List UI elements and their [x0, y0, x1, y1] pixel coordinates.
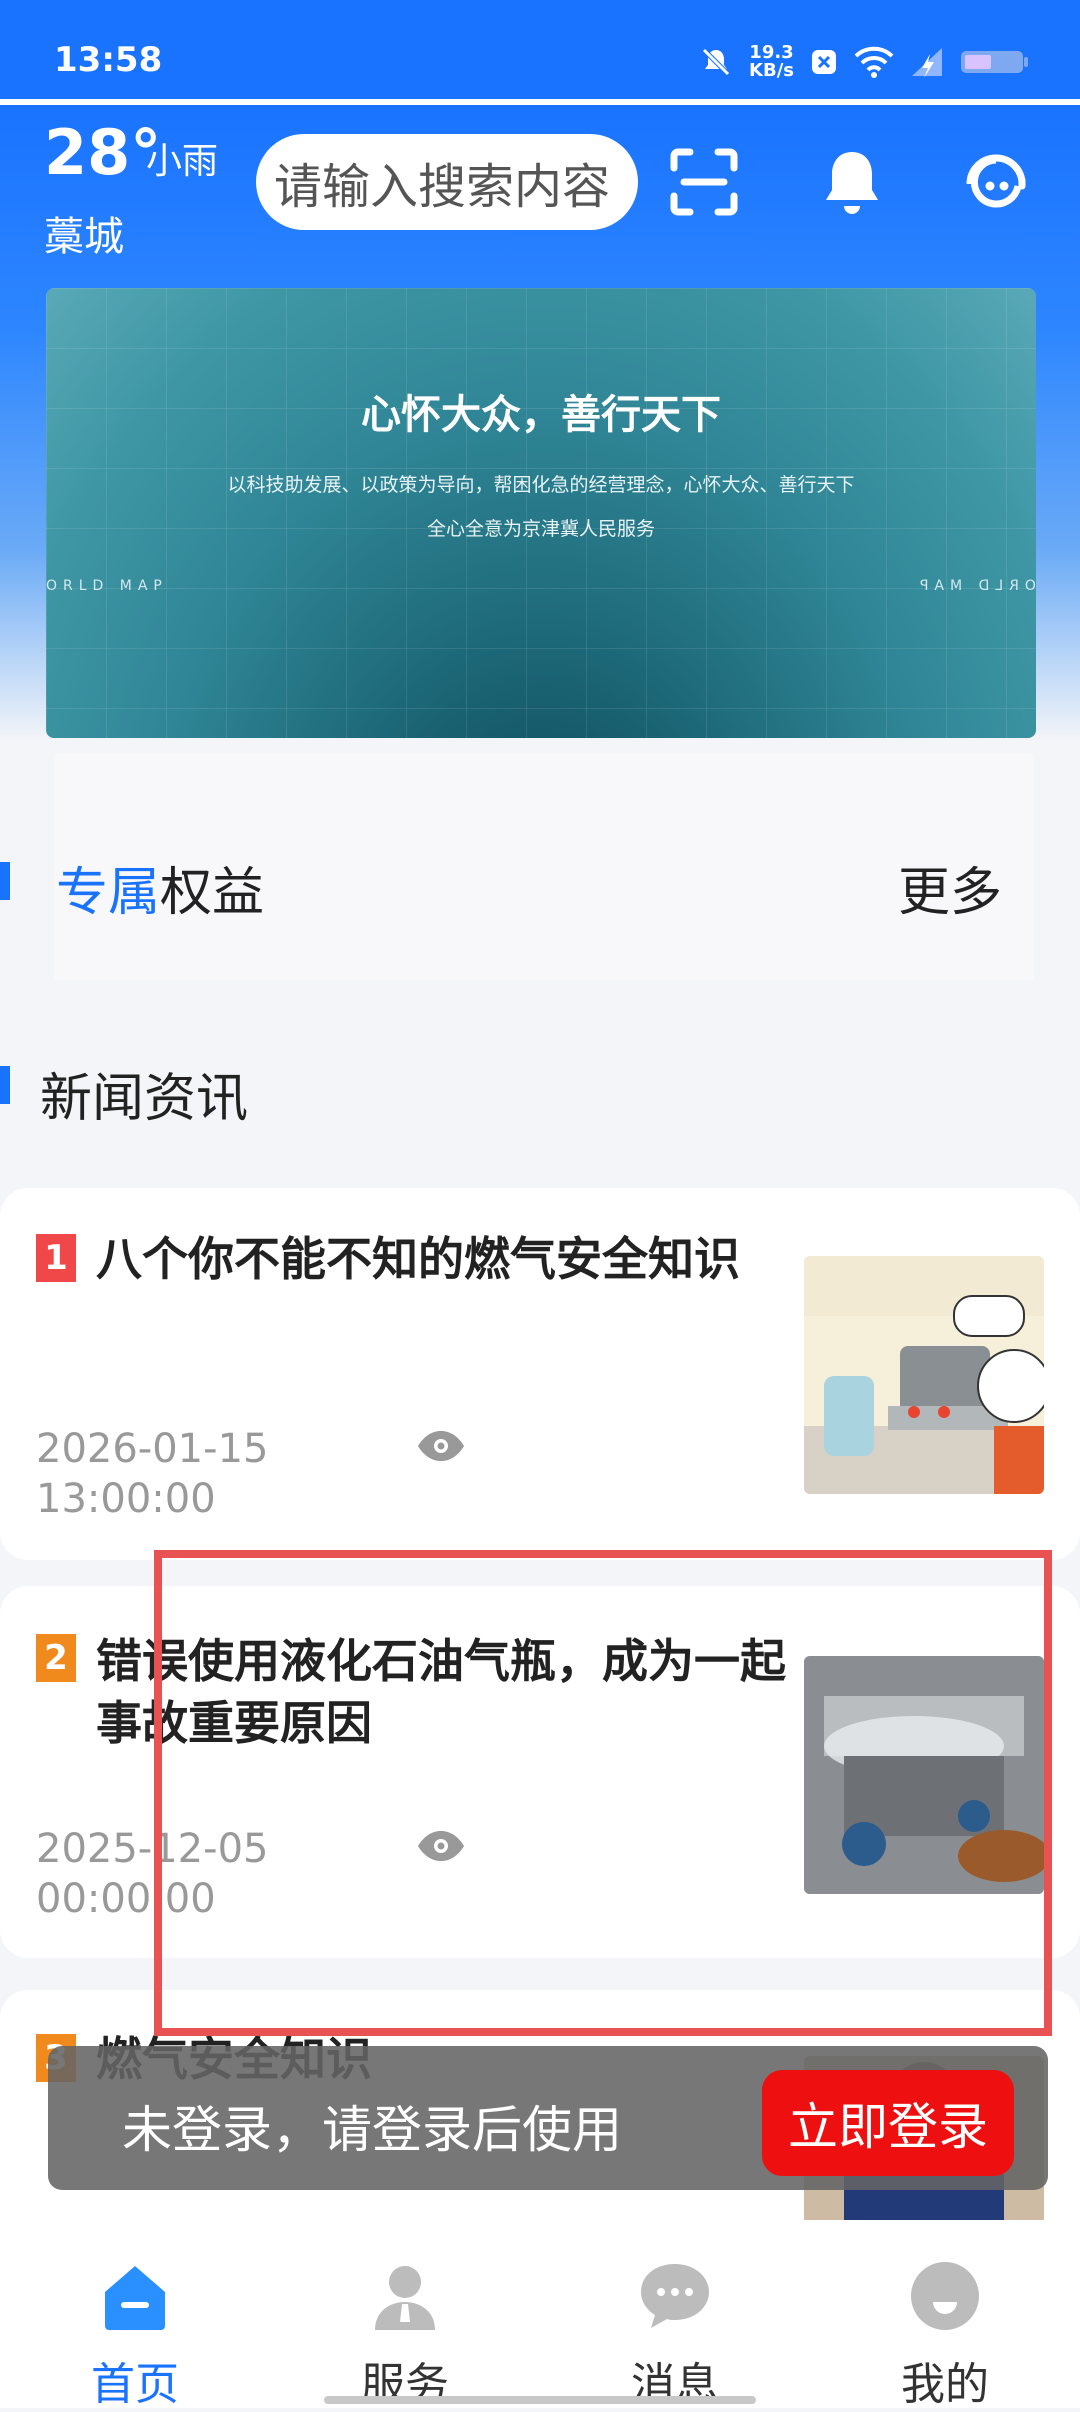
news-item-date: 2026-01-15 13:00:00: [36, 1424, 336, 1524]
bell-icon[interactable]: [816, 146, 888, 218]
benefits-title-highlight: 专属: [56, 863, 161, 923]
status-icons: 19.3 KB/s: [699, 44, 1030, 80]
news-item-title: 八个你不能不知的燃气安全知识: [96, 1232, 740, 1286]
benefits-title: 专属权益: [56, 850, 264, 925]
login-toast-message: 未登录，请登录后使用: [122, 2101, 622, 2159]
scan-icon[interactable]: [668, 146, 740, 218]
weather-city[interactable]: 藁城: [44, 204, 124, 262]
banner-grid-pattern: [46, 288, 1036, 738]
status-bar: 13:58 19.3 KB/s: [0, 0, 1080, 100]
home-indicator[interactable]: [324, 2396, 756, 2404]
banner-map-text-left: ORLD MAP: [46, 578, 168, 594]
person-icon: [375, 2266, 435, 2330]
mute-icon: [702, 48, 730, 76]
search-placeholder: 请输入搜索内容: [274, 159, 611, 215]
profile-face-icon: [911, 2262, 979, 2330]
home-icon: [105, 2266, 165, 2330]
signal-icon: [912, 48, 942, 78]
rank-badge: 1: [36, 1234, 76, 1282]
banner-subtitle-2: 全心全意为京津冀人民服务: [426, 518, 655, 540]
tab-services[interactable]: 服务: [320, 2240, 490, 2410]
login-toast: 未登录，请登录后使用 立即登录: [48, 2046, 1048, 2190]
customer-service-icon[interactable]: [960, 146, 1032, 218]
tab-profile[interactable]: 我的: [860, 2240, 1030, 2410]
login-button[interactable]: 立即登录: [762, 2070, 1014, 2176]
battery-icon: [961, 51, 1028, 73]
net-speed-unit: KB/s: [749, 60, 794, 81]
kitchen-illustration: [804, 1256, 1044, 1494]
banner-title: 心怀大众，善行天下: [361, 392, 721, 438]
tab-messages[interactable]: 消息: [590, 2240, 760, 2410]
net-speed: 19.3 KB/s: [749, 44, 794, 80]
news-section-title: 新闻资讯: [40, 1069, 249, 1129]
benefits-title-rest: 权益: [160, 863, 265, 923]
chat-bubble-icon: [641, 2264, 709, 2328]
banner-map-text-right: ORLD MAP: [914, 578, 1036, 594]
tab-home[interactable]: 首页: [50, 2240, 220, 2410]
weather-temperature: 28°: [44, 116, 162, 189]
promo-banner[interactable]: 心怀大众，善行天下 以科技助发展、以政策为导向，帮困化急的经营理念，心怀大众、善…: [46, 288, 1036, 738]
news-section-marker: [0, 1066, 10, 1104]
benefits-more-link[interactable]: 更多: [898, 850, 1002, 925]
news-item-date-day: 2026-01-15: [36, 1426, 269, 1472]
selection-highlight-box: [154, 1550, 1052, 2036]
benefits-section-marker: [0, 862, 10, 900]
tab-label: 首页: [91, 2359, 179, 2410]
news-thumbnail: [804, 1256, 1044, 1494]
eye-icon: [418, 1431, 464, 1461]
status-time: 13:58: [54, 40, 163, 80]
weather-description: 小雨: [146, 141, 219, 182]
news-item-date-time: 13:00:00: [36, 1476, 216, 1522]
tab-label: 我的: [901, 2359, 989, 2410]
search-input[interactable]: 请输入搜索内容: [256, 134, 638, 230]
banner-subtitle-1: 以科技助发展、以政策为导向，帮困化急的经营理念，心怀大众、善行天下: [227, 474, 855, 496]
notification-x-icon: [812, 50, 836, 74]
rank-badge: 2: [36, 1634, 76, 1682]
wifi-icon: [854, 46, 894, 78]
